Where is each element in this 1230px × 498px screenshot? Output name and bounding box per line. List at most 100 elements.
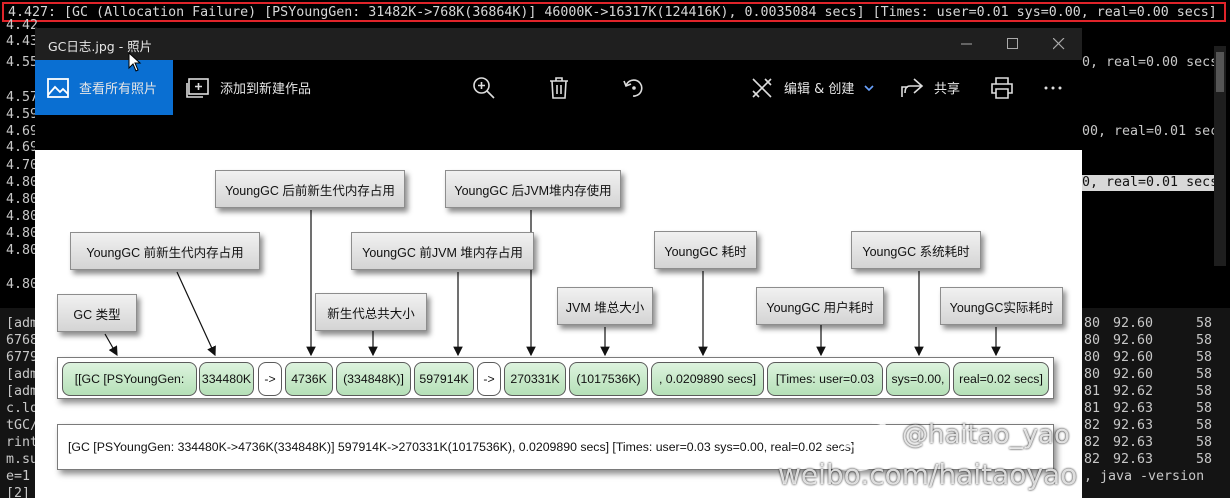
add-to-new-creation-button[interactable]: 添加到新建作品 — [186, 60, 311, 115]
title-bar[interactable]: GC日志.jpg - 照片 — [35, 28, 1082, 60]
lower-pane-line: m.su — [6, 452, 39, 467]
segment-young-before: 334480K — [199, 362, 254, 396]
stats-cell: 58 — [1196, 435, 1213, 450]
log-line-prefix: 4.80 — [6, 243, 39, 258]
log-line-prefix: 4.43 — [6, 34, 39, 49]
share-button[interactable]: 共享 — [900, 60, 960, 115]
log-line-prefix: 4.70 — [6, 158, 39, 173]
lower-pane-line: tGC/ — [6, 418, 39, 433]
zoom-in-icon — [473, 76, 495, 99]
lower-pane-line: [adm — [6, 384, 39, 399]
callout-sys-time: YoungGC 系统耗时 — [851, 231, 981, 269]
stats-cell: 92.62 — [1113, 384, 1154, 399]
segment-jvm-total: (1017536K) — [569, 362, 648, 396]
callout-real-time: YoungGC实际耗时 — [940, 287, 1063, 325]
view-all-photos-button[interactable]: 查看所有照片 — [35, 60, 173, 115]
print-button[interactable] — [988, 60, 1016, 115]
stats-cell: 92.60 — [1113, 350, 1154, 365]
more-options-button[interactable] — [1041, 60, 1065, 115]
add-to-creation-icon — [186, 77, 209, 98]
callout-young-total: 新生代总共大小 — [315, 293, 427, 331]
lower-pane-line: c.lo — [6, 401, 39, 416]
stats-cell: 58 — [1196, 452, 1213, 467]
log-line-prefix: 4.80 — [6, 209, 39, 224]
lower-pane-line: e=1 — [6, 469, 31, 484]
photo-toolbar: 查看所有照片 添加到新建作品 编辑 & 创建 共享 — [35, 60, 1082, 115]
callout-user-time: YoungGC 用户耗时 — [756, 287, 884, 325]
lower-pane-line: rint — [6, 435, 39, 450]
log-line-prefix: 4.80 — [6, 277, 39, 292]
stats-cell: 92.60 — [1113, 333, 1154, 348]
callout-jvm-total: JVM 堆总大小 — [557, 287, 653, 325]
segment-gc-type: [[GC [PSYoungGen: — [62, 362, 197, 396]
segment-sys-time: sys=0.00, — [886, 362, 950, 396]
stats-cell: 80 — [1084, 333, 1101, 348]
close-button[interactable] — [1036, 28, 1082, 60]
stats-cell: 58 — [1196, 367, 1213, 382]
close-icon — [1052, 37, 1065, 50]
arrow-young-before — [176, 271, 216, 357]
lower-pane-line: 6779 — [6, 350, 39, 365]
arrow-gc-type — [104, 333, 118, 357]
segment-real-time: real=0.02 secs] — [953, 362, 1049, 396]
stats-cell: 82 — [1084, 435, 1101, 450]
more-icon — [1044, 86, 1062, 89]
stats-cell: 58 — [1196, 350, 1213, 365]
stats-cell: 58 — [1196, 384, 1213, 399]
minimize-icon — [961, 43, 972, 45]
mouse-cursor-icon — [128, 52, 142, 72]
stats-cell: 92.63 — [1113, 418, 1154, 433]
view-all-photos-label: 查看所有照片 — [79, 82, 158, 97]
share-label: 共享 — [934, 82, 961, 97]
callout-gc-time: YoungGC 耗时 — [654, 231, 757, 269]
delete-button[interactable] — [544, 60, 574, 115]
maximize-icon — [1007, 38, 1018, 49]
log-line-prefix: 4.57 — [6, 90, 39, 105]
stats-cell: 92.63 — [1113, 452, 1154, 467]
stats-cell: 58 — [1196, 316, 1213, 331]
stats-cell: 82 — [1084, 418, 1101, 433]
stats-cell: 58 — [1196, 418, 1213, 433]
callout-jvm-before: YoungGC 前JVM 堆内存占用 — [351, 232, 534, 270]
segment-user-time: [Times: user=0.03 — [767, 362, 883, 396]
lower-pane-line: [adm — [6, 316, 39, 331]
add-to-new-creation-label: 添加到新建作品 — [220, 82, 312, 97]
edit-and-create-button[interactable]: 编辑 & 创建 — [750, 60, 874, 115]
rotate-button[interactable] — [619, 60, 649, 115]
highlighted-line-text: 4.427: [GC (Allocation Failure) [PSYoung… — [8, 5, 1217, 20]
chevron-down-icon — [864, 84, 874, 91]
maximize-button[interactable] — [990, 28, 1036, 60]
segment-jvm-before: 597914K — [414, 362, 474, 396]
stats-cell: 82 — [1084, 452, 1101, 467]
segment-arrow: -> — [477, 362, 501, 396]
segment-young-after: 4736K — [285, 362, 333, 396]
log-line-prefix: 4.69 — [6, 140, 39, 155]
stats-cell: 92.63 — [1113, 401, 1154, 416]
selected-log-line-tail: 0, real=0.01 secs] — [1082, 175, 1227, 191]
stats-cell: 92.63 — [1113, 435, 1154, 450]
highlighted-gc-log-line: 4.427: [GC (Allocation Failure) [PSYoung… — [2, 2, 1226, 22]
lower-pane-line: 6768 — [6, 333, 39, 348]
stats-cell: 92.60 — [1113, 367, 1154, 382]
stats-cell: 92.60 — [1113, 316, 1154, 331]
log-line-prefix: 4.80 — [6, 226, 39, 241]
share-icon — [901, 77, 924, 97]
segment-arrow: -> — [258, 362, 282, 396]
log-line-tail: 00, real=0.01 secs — [1082, 124, 1227, 139]
segment-young-total: (334848K)] — [336, 362, 411, 396]
zoom-in-button[interactable] — [469, 60, 499, 115]
lower-pane-line: [adm — [6, 367, 39, 382]
stats-cell: 58 — [1196, 401, 1213, 416]
minimize-button[interactable] — [944, 28, 990, 60]
segment-gc-time: , 0.0209890 secs] — [651, 362, 764, 396]
log-line-prefix: 4.69 — [6, 124, 39, 139]
log-line-tail: 0, real=0.00 secs] — [1082, 55, 1227, 70]
segment-jvm-after: 270331K — [504, 362, 566, 396]
gc-log-segment-strip: [[GC [PSYoungGen: 334480K -> 4736K (3348… — [57, 357, 1054, 399]
trash-icon — [550, 76, 568, 99]
callout-young-after: YoungGC 后前新生代内存占用 — [215, 170, 405, 208]
rotate-icon — [623, 78, 643, 97]
stats-cell: 58 — [1196, 333, 1213, 348]
watermark-url: weibo.com/haitaoyao — [778, 458, 1078, 491]
terminal-scrollbar[interactable] — [1214, 46, 1226, 266]
